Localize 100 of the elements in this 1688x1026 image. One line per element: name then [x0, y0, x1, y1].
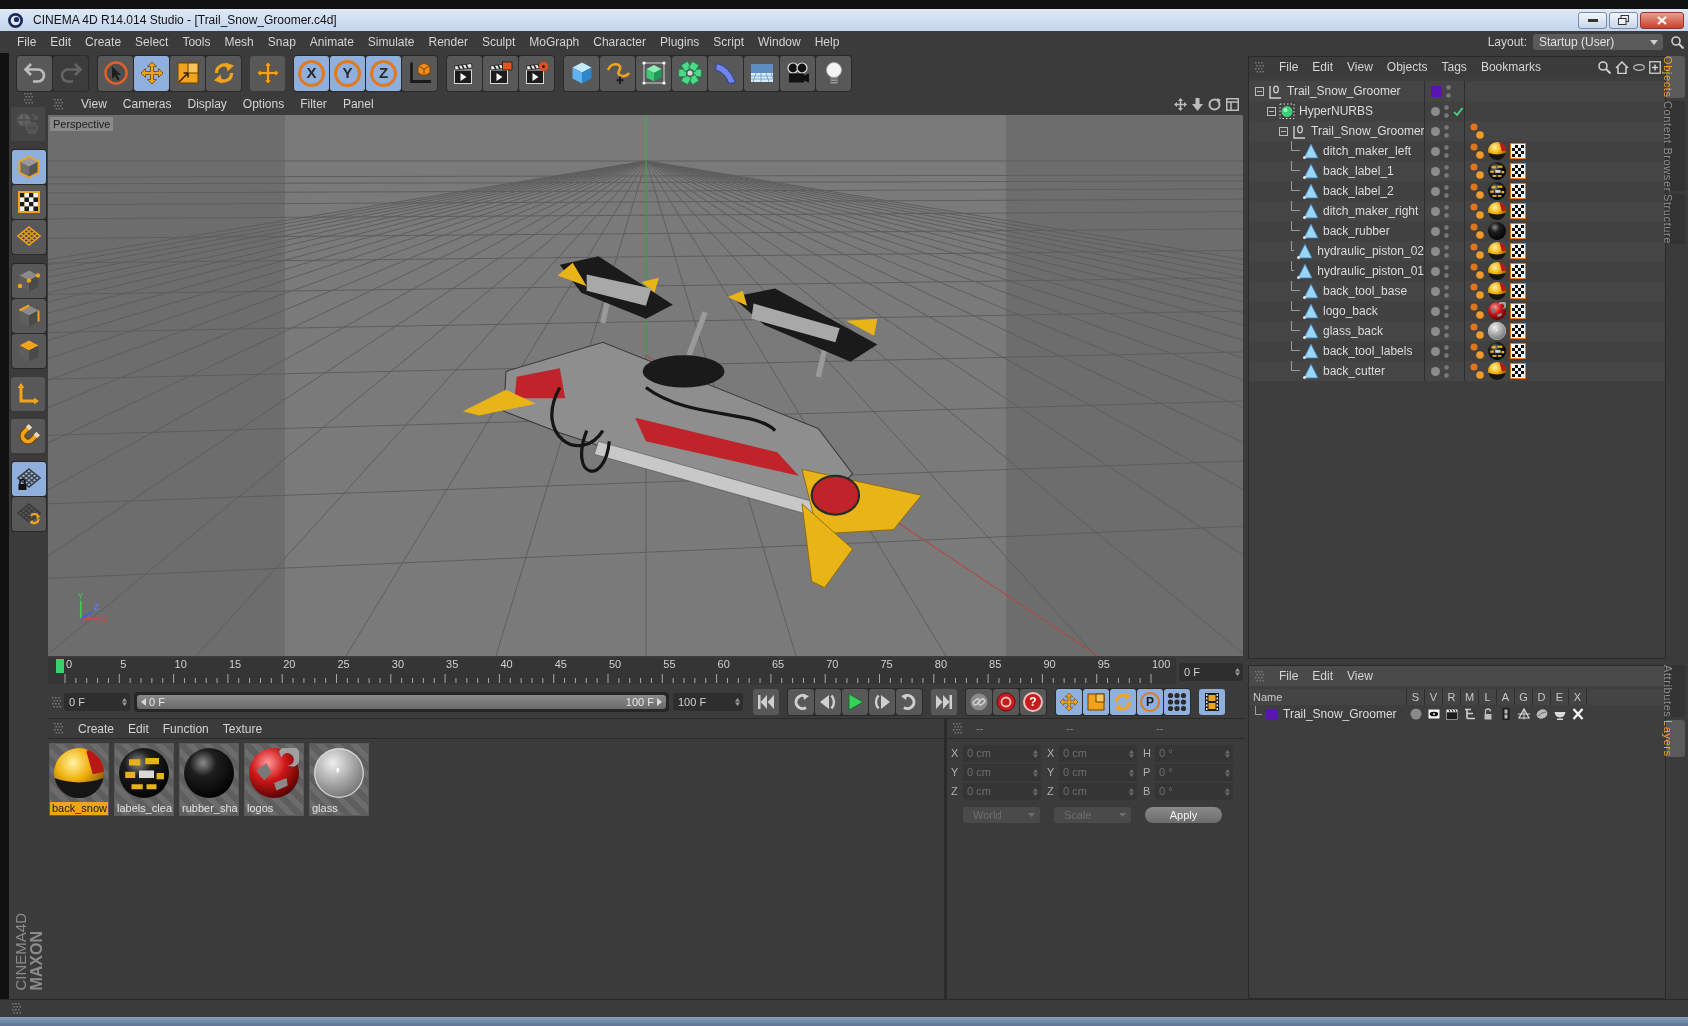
menu-item[interactable]: File — [1272, 58, 1306, 76]
side-tab[interactable]: Content Browser — [1666, 100, 1685, 192]
menu-item[interactable]: Bookmarks — [1473, 58, 1548, 76]
visibility-dots-icon[interactable] — [1444, 184, 1449, 198]
scale-tool-button[interactable] — [170, 55, 205, 91]
step-forward-button[interactable] — [869, 689, 895, 715]
visibility-dots-icon[interactable] — [1444, 104, 1449, 118]
snap-button[interactable] — [10, 419, 45, 453]
add-panel-icon[interactable] — [1649, 60, 1661, 74]
workplane-mode-button[interactable] — [11, 220, 46, 254]
autokey-button[interactable] — [993, 689, 1019, 715]
timeline-window-button[interactable] — [1199, 689, 1225, 715]
layout-dropdown[interactable]: Startup (User) — [1533, 34, 1663, 50]
column-header[interactable]: D — [1533, 689, 1551, 705]
search-icon[interactable] — [1671, 35, 1684, 49]
check-icon[interactable] — [1453, 106, 1463, 116]
menu-item[interactable]: Filter — [292, 95, 335, 113]
column-header[interactable]: R — [1443, 689, 1461, 705]
object-name[interactable]: back_cutter — [1323, 362, 1386, 380]
menu-item[interactable]: Simulate — [360, 33, 422, 51]
polygons-mode-button[interactable] — [11, 334, 46, 368]
menu-item[interactable]: Edit — [121, 719, 156, 738]
menu-item[interactable]: Panel — [334, 95, 382, 113]
menu-item[interactable]: File — [1272, 667, 1306, 685]
object-name[interactable]: glass_back — [1323, 322, 1384, 340]
render-settings-button[interactable] — [519, 55, 554, 91]
frame-field[interactable]: 100 F — [673, 693, 743, 711]
object-name[interactable]: back_rubber — [1323, 222, 1390, 240]
column-header[interactable]: V — [1425, 689, 1443, 705]
visibility-dots-icon[interactable] — [1444, 204, 1449, 218]
column-header[interactable]: Name — [1249, 689, 1407, 705]
previous-key-button[interactable] — [788, 689, 814, 715]
visibility-dots-icon[interactable] — [1444, 284, 1449, 298]
menu-item[interactable]: Cameras — [114, 95, 180, 113]
undo-button[interactable] — [17, 55, 52, 91]
axis-lock-button[interactable]: Y — [330, 55, 365, 91]
eye-icon[interactable] — [1428, 708, 1440, 720]
menu-item[interactable]: Options — [234, 95, 293, 113]
record-active-objects-button[interactable] — [966, 689, 992, 715]
step-back-button[interactable] — [815, 689, 841, 715]
object-name[interactable]: back_label_2 — [1323, 182, 1394, 200]
object-name[interactable]: hydraulic_piston_01 — [1317, 262, 1424, 280]
light-button[interactable] — [816, 55, 851, 91]
menu-item[interactable]: Plugins — [652, 33, 707, 51]
playhead-marker[interactable] — [56, 659, 64, 673]
rotate-tool-button[interactable] — [206, 55, 241, 91]
menu-item[interactable]: Snap — [260, 33, 303, 51]
column-header[interactable]: A — [1497, 689, 1515, 705]
menu-item[interactable]: Texture — [215, 719, 270, 738]
menu-item[interactable]: Script — [706, 33, 751, 51]
material-tile[interactable]: logos — [244, 743, 304, 816]
viewport[interactable]: Perspective Y Z X — [48, 115, 1243, 656]
object-name[interactable]: back_tool_base — [1323, 282, 1408, 300]
orbit-icon[interactable] — [1208, 97, 1221, 111]
collapse-box-icon[interactable] — [1267, 106, 1276, 116]
layer-name[interactable]: Trail_Snow_Groomer — [1283, 705, 1397, 723]
render-view-button[interactable] — [447, 55, 482, 91]
lens-icon[interactable] — [1633, 63, 1645, 71]
collapse-box-icon[interactable] — [1255, 86, 1264, 96]
lock-icon[interactable] — [1482, 708, 1494, 720]
model-mode-button[interactable] — [11, 150, 46, 184]
menu-item[interactable]: View — [1340, 667, 1380, 685]
go-to-end-button[interactable] — [931, 689, 957, 715]
panel-layout-icon[interactable] — [1226, 97, 1239, 111]
key-scale-button[interactable] — [1083, 689, 1109, 715]
object-name[interactable]: back_label_1 — [1323, 162, 1394, 180]
axis-lock-button[interactable]: Z — [366, 55, 401, 91]
dolly-arrow-icon[interactable] — [1192, 97, 1203, 111]
visibility-dots-icon[interactable] — [1446, 84, 1451, 98]
visibility-dots-icon[interactable] — [1444, 144, 1449, 158]
bent-disc-icon[interactable] — [1536, 708, 1548, 720]
texture-mode-button[interactable] — [11, 185, 46, 219]
object-name[interactable]: HyperNURBS — [1299, 102, 1373, 120]
hierarchy-icon[interactable] — [1464, 708, 1476, 720]
menu-item[interactable]: Window — [751, 33, 808, 51]
column-header[interactable]: X — [1569, 689, 1587, 705]
material-tile[interactable]: rubber_sha — [179, 743, 239, 816]
visibility-dots-icon[interactable] — [1444, 304, 1449, 318]
menu-item[interactable]: Function — [155, 719, 216, 738]
coordinate-system-button[interactable] — [402, 55, 437, 91]
pyramid-icon[interactable] — [1518, 708, 1530, 720]
go-to-start-button[interactable] — [753, 689, 779, 715]
collapse-box-icon[interactable] — [1279, 126, 1288, 136]
locked-workplane-button[interactable] — [11, 462, 46, 496]
edges-mode-button[interactable] — [11, 299, 46, 333]
object-name[interactable]: back_tool_labels — [1323, 342, 1413, 360]
visibility-dots-icon[interactable] — [1444, 164, 1449, 178]
material-tile[interactable]: glass — [309, 743, 369, 816]
menu-item[interactable]: View — [73, 95, 115, 113]
keyframe-selection-button[interactable]: ? — [1020, 689, 1046, 715]
side-tab[interactable]: Attributes — [1666, 665, 1685, 718]
camera-label[interactable]: Perspective — [50, 117, 114, 131]
home-icon[interactable] — [1615, 60, 1629, 74]
visibility-dots-icon[interactable] — [1444, 224, 1449, 238]
menu-item[interactable]: Objects — [1379, 58, 1435, 76]
menu-item[interactable]: Mesh — [217, 33, 261, 51]
key-parameter-button[interactable]: P — [1137, 689, 1163, 715]
visibility-dots-icon[interactable] — [1444, 264, 1449, 278]
object-name[interactable]: logo_back — [1323, 302, 1378, 320]
menu-item[interactable]: Create — [71, 719, 122, 738]
